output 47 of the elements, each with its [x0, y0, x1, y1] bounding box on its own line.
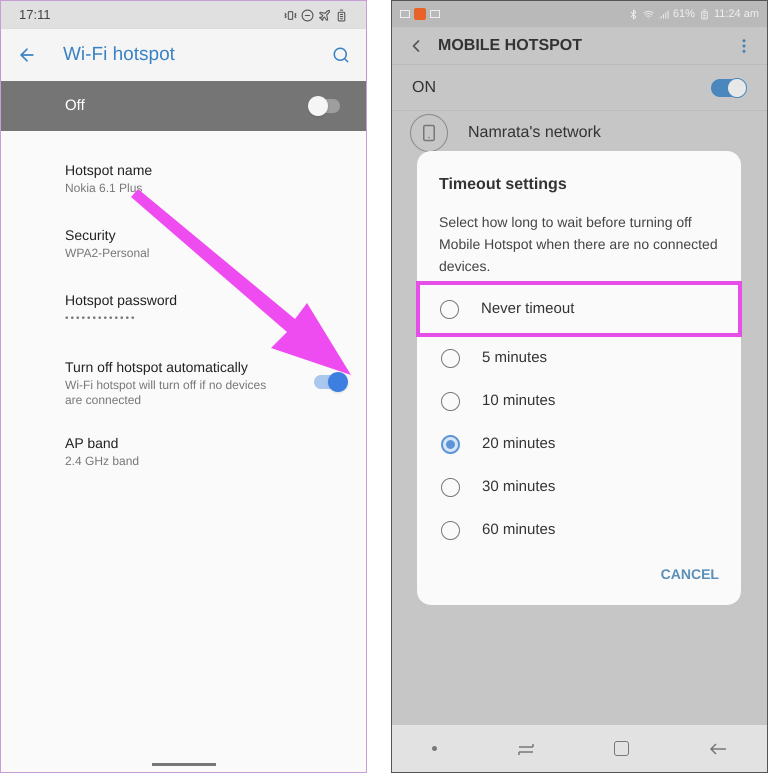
setting-title[interactable]: Hotspot password: [65, 290, 348, 310]
search-icon[interactable]: [332, 46, 350, 64]
recents-icon[interactable]: [516, 742, 535, 756]
gallery-icon: [400, 10, 410, 18]
radio-button[interactable]: [441, 435, 460, 454]
notification-icon: [414, 8, 426, 20]
radio-button[interactable]: [440, 300, 459, 318]
timeout-option[interactable]: 30 minutes: [417, 466, 741, 509]
back-arrow-icon[interactable]: [709, 742, 728, 756]
battery-icon: [335, 8, 348, 22]
setting-subtitle: WPA2-Personal: [65, 246, 150, 260]
dialog-title: Timeout settings: [438, 175, 568, 195]
toggle-switch[interactable]: [308, 96, 342, 116]
toggle-switch[interactable]: [314, 372, 348, 392]
message-icon: [430, 10, 440, 18]
master-switch-label: Off: [65, 96, 86, 116]
timeout-option[interactable]: Never timeout: [416, 281, 742, 337]
do-not-disturb-icon: [301, 8, 314, 22]
master-switch-label: ON: [412, 78, 437, 98]
home-icon[interactable]: [614, 741, 630, 756]
timeout-option[interactable]: 20 minutes: [417, 423, 741, 466]
bluetooth-icon: [628, 8, 639, 20]
radio-button[interactable]: [441, 478, 460, 497]
setting-subtitle: 2.4 GHz band: [65, 454, 140, 468]
password-dots: •••••••••••••: [65, 312, 138, 326]
wifi-icon: [642, 8, 654, 20]
setting-title[interactable]: Security: [65, 224, 348, 246]
status-time: 17:11: [19, 6, 51, 24]
setting-title[interactable]: Turn off hotspot automatically: [65, 356, 314, 378]
timeout-option[interactable]: 10 minutes: [417, 380, 741, 423]
radio-button[interactable]: [441, 521, 460, 540]
radio-button[interactable]: [441, 392, 460, 411]
app-bar-title: MOBILE HOTSPOT: [438, 36, 583, 56]
battery-icon: [698, 8, 710, 20]
toggle-switch[interactable]: [711, 78, 747, 98]
network-name[interactable]: Namrata's network: [468, 121, 601, 145]
timeout-option[interactable]: 60 minutes: [417, 509, 741, 552]
airplane-icon: [318, 8, 331, 22]
timeout-option[interactable]: 5 minutes: [417, 337, 741, 380]
setting-subtitle: Wi-Fi hotspot will turn off if no devices are connected: [65, 378, 268, 408]
radio-button[interactable]: [441, 349, 460, 368]
dialog-message: Select how long to wait before turning off Mobile Hotspot when there are no connected devices.: [438, 213, 719, 276]
setting-title[interactable]: AP band: [65, 432, 348, 454]
vibrate-icon: [284, 8, 297, 22]
setting-title[interactable]: Hotspot name: [65, 160, 348, 180]
home-indicator: [152, 763, 216, 766]
app-bar-title: Wi-Fi hotspot: [63, 42, 176, 67]
